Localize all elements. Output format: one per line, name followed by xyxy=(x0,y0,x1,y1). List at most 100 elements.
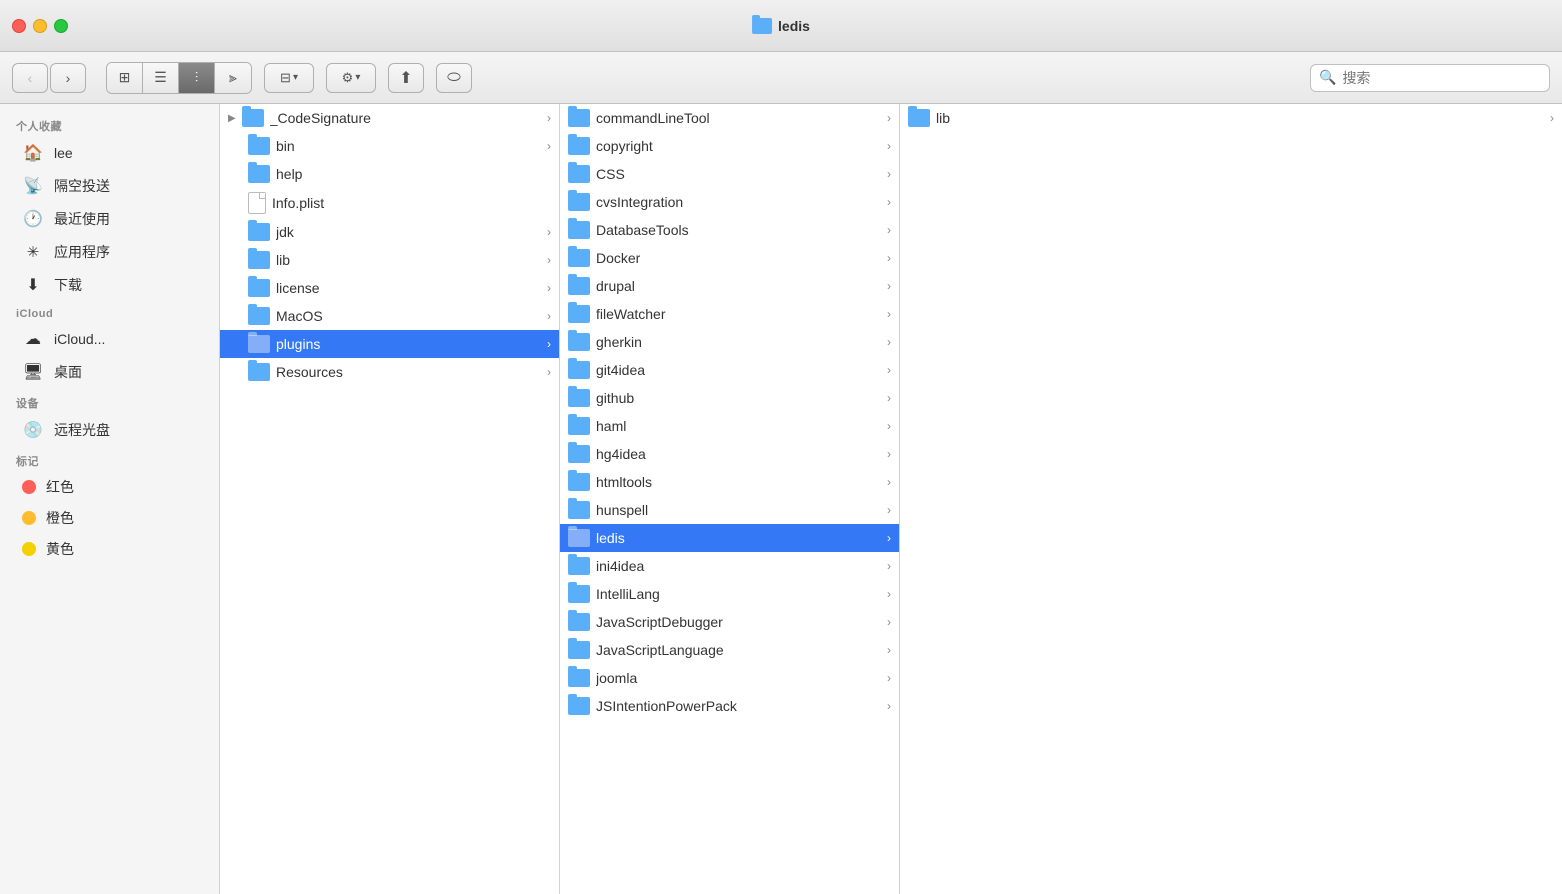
list-item[interactable]: CSS › xyxy=(560,160,899,188)
list-item[interactable]: gherkin › xyxy=(560,328,899,356)
recent-icon: 🕐 xyxy=(22,208,44,230)
view-column-button[interactable]: ⫶ xyxy=(179,63,215,93)
sidebar-item-downloads[interactable]: ⬇ 下载 xyxy=(6,269,213,301)
folder-icon xyxy=(248,137,270,155)
nav-buttons: ‹ › xyxy=(12,63,86,93)
item-label: MacOS xyxy=(276,308,541,324)
item-label: plugins xyxy=(276,336,541,352)
list-item[interactable]: Resources › xyxy=(220,358,559,386)
sidebar-item-remote-disk[interactable]: 💿 远程光盘 xyxy=(6,414,213,446)
item-label: _CodeSignature xyxy=(270,110,541,126)
list-item[interactable]: haml › xyxy=(560,412,899,440)
search-icon: 🔍 xyxy=(1319,69,1336,86)
sidebar-item-desktop[interactable]: 🖥 桌面 xyxy=(6,356,213,388)
chevron-right-icon: › xyxy=(547,337,551,351)
sidebar-item-label: 隔空投送 xyxy=(54,176,110,196)
chevron-right-icon: › xyxy=(547,139,551,153)
chevron-right-icon: › xyxy=(887,363,891,377)
chevron-right-icon: › xyxy=(887,139,891,153)
chevron-right-icon: › xyxy=(887,195,891,209)
list-item[interactable]: fileWatcher › xyxy=(560,300,899,328)
list-item[interactable]: license › xyxy=(220,274,559,302)
list-item[interactable]: lib › xyxy=(220,246,559,274)
list-item-selected[interactable]: ledis › xyxy=(560,524,899,552)
sidebar-item-label: 远程光盘 xyxy=(54,420,110,440)
search-bar[interactable]: 🔍 xyxy=(1310,64,1550,92)
item-label: DatabaseTools xyxy=(596,222,881,238)
sidebar-item-applications[interactable]: ✳ 应用程序 xyxy=(6,236,213,268)
view-gallery-button[interactable]: ⫸ xyxy=(215,63,251,93)
list-item[interactable]: JavaScriptLanguage › xyxy=(560,636,899,664)
folder-icon xyxy=(908,109,930,127)
folder-icon xyxy=(568,389,590,407)
list-item-selected[interactable]: plugins › xyxy=(220,330,559,358)
chevron-right-icon: › xyxy=(547,309,551,323)
sidebar-item-label: 黄色 xyxy=(46,539,74,559)
list-item[interactable]: DatabaseTools › xyxy=(560,216,899,244)
list-item[interactable]: cvsIntegration › xyxy=(560,188,899,216)
list-item[interactable]: lib › xyxy=(900,104,1562,132)
list-item[interactable]: commandLineTool › xyxy=(560,104,899,132)
tag-icon: ⬭ xyxy=(447,69,461,87)
list-item[interactable]: JavaScriptDebugger › xyxy=(560,608,899,636)
settings-button[interactable]: ⚙ ▾ xyxy=(326,63,376,93)
sidebar-item-red[interactable]: 红色 xyxy=(6,472,213,502)
folder-icon xyxy=(568,249,590,267)
list-item[interactable]: joomla › xyxy=(560,664,899,692)
arrange-button[interactable]: ⊟ ▾ xyxy=(264,63,314,93)
sidebar-item-recent[interactable]: 🕐 最近使用 xyxy=(6,203,213,235)
view-list-button[interactable]: ☰ xyxy=(143,63,179,93)
sidebar-item-airdrop[interactable]: 📡 隔空投送 xyxy=(6,170,213,202)
item-label: lib xyxy=(936,110,1544,126)
downloads-icon: ⬇ xyxy=(22,274,44,296)
list-item[interactable]: MacOS › xyxy=(220,302,559,330)
tag-button[interactable]: ⬭ xyxy=(436,63,472,93)
list-item[interactable]: IntelliLang › xyxy=(560,580,899,608)
folder-icon xyxy=(568,557,590,575)
search-input[interactable] xyxy=(1342,70,1541,86)
item-label: help xyxy=(276,166,551,182)
sidebar-item-yellow[interactable]: 黄色 xyxy=(6,534,213,564)
applications-icon: ✳ xyxy=(22,241,44,263)
back-button[interactable]: ‹ xyxy=(12,63,48,93)
minimize-button[interactable] xyxy=(33,19,47,33)
chevron-right-icon: › xyxy=(887,699,891,713)
sidebar-item-lee[interactable]: 🏠 lee xyxy=(6,137,213,169)
title-bar: ledis xyxy=(0,0,1562,52)
maximize-button[interactable] xyxy=(54,19,68,33)
sidebar: 个人收藏 🏠 lee 📡 隔空投送 🕐 最近使用 ✳ 应用程序 ⬇ 下载 iCl… xyxy=(0,104,220,894)
forward-icon: › xyxy=(66,70,71,86)
list-item[interactable]: ▶ _CodeSignature › xyxy=(220,104,559,132)
list-item[interactable]: help xyxy=(220,160,559,188)
list-item[interactable]: Info.plist xyxy=(220,188,559,218)
list-item[interactable]: jdk › xyxy=(220,218,559,246)
gallery-icon: ⫸ xyxy=(229,69,237,86)
list-item[interactable]: JSIntentionPowerPack › xyxy=(560,692,899,720)
list-item[interactable]: github › xyxy=(560,384,899,412)
gear-icon: ⚙ xyxy=(342,70,354,86)
list-item[interactable]: copyright › xyxy=(560,132,899,160)
list-item[interactable]: htmltools › xyxy=(560,468,899,496)
share-button[interactable]: ⬆ xyxy=(388,63,424,93)
view-icon-button[interactable]: ⊞ xyxy=(107,63,143,93)
folder-icon xyxy=(568,585,590,603)
close-button[interactable] xyxy=(12,19,26,33)
list-item[interactable]: drupal › xyxy=(560,272,899,300)
chevron-right-icon: › xyxy=(547,253,551,267)
chevron-right-icon: › xyxy=(887,587,891,601)
chevron-right-icon: › xyxy=(547,111,551,125)
sidebar-item-icloud[interactable]: ☁ iCloud... xyxy=(6,323,213,355)
sidebar-item-orange[interactable]: 橙色 xyxy=(6,503,213,533)
grid-icon: ⊞ xyxy=(119,69,131,86)
list-item[interactable]: hunspell › xyxy=(560,496,899,524)
chevron-right-icon: › xyxy=(887,335,891,349)
item-label: hg4idea xyxy=(596,446,881,462)
forward-button[interactable]: › xyxy=(50,63,86,93)
list-item[interactable]: hg4idea › xyxy=(560,440,899,468)
list-item[interactable]: git4idea › xyxy=(560,356,899,384)
list-item[interactable]: ini4idea › xyxy=(560,552,899,580)
folder-icon xyxy=(568,641,590,659)
list-item[interactable]: Docker › xyxy=(560,244,899,272)
toolbar: ‹ › ⊞ ☰ ⫶ ⫸ ⊟ ▾ ⚙ ▾ ⬆ ⬭ 🔍 xyxy=(0,52,1562,104)
list-item[interactable]: bin › xyxy=(220,132,559,160)
